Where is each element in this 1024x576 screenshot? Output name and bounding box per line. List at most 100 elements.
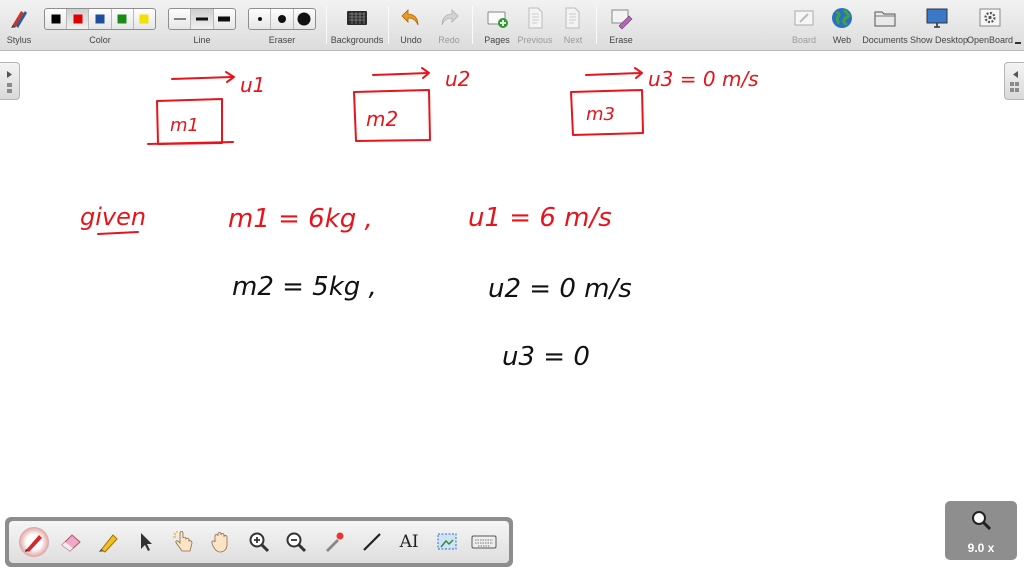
stylus-palette-inner: AI <box>9 521 509 563</box>
backgrounds-label: Backgrounds <box>330 35 384 45</box>
color-label: Color <box>89 35 111 45</box>
line-thin-button[interactable] <box>169 9 192 29</box>
erase-label: Erase <box>609 35 633 45</box>
m1-value: m1 = 6kg , <box>228 204 373 234</box>
arrow2-label: u2 <box>445 67 470 91</box>
zoom-in-tool-button[interactable] <box>244 527 274 557</box>
line-thin-icon <box>173 18 186 20</box>
documents-button[interactable]: Documents <box>862 4 908 48</box>
pen-icon <box>24 535 42 552</box>
block3-label: m3 <box>586 104 615 125</box>
arrow1-label: u1 <box>240 73 265 97</box>
openboard-menu-button[interactable]: OpenBoard <box>966 4 1014 48</box>
line-tool-button[interactable] <box>357 527 387 557</box>
u1-value: u1 = 6 m/s <box>468 203 612 233</box>
eraser-small-button[interactable] <box>249 9 272 29</box>
erase-board-icon <box>611 9 633 30</box>
hand-tool-button[interactable] <box>206 527 236 557</box>
eraser-large-button[interactable] <box>294 9 315 29</box>
minimize-toolbar-icon[interactable] <box>1015 42 1021 44</box>
web-label: Web <box>832 35 852 45</box>
u2-value: u2 = 0 m/s <box>488 274 632 304</box>
color-yellow-button[interactable] <box>134 9 155 29</box>
pages-button[interactable]: Pages <box>480 4 514 48</box>
backgrounds-button[interactable]: Backgrounds <box>330 4 384 48</box>
toolbar-divider <box>596 6 597 44</box>
eraser-group: Eraser <box>248 4 316 48</box>
web-mode-button[interactable]: Web <box>826 4 858 48</box>
interact-tool-button[interactable] <box>169 527 199 557</box>
next-page-button[interactable]: Next <box>556 4 590 48</box>
stylus-icon <box>11 11 27 28</box>
line-thick-icon <box>218 16 231 22</box>
toolbar-divider <box>472 6 473 44</box>
color-swatch <box>117 14 127 24</box>
m2-value: m2 = 5kg , <box>232 272 377 302</box>
laser-pointer-tool-button[interactable] <box>319 527 349 557</box>
color-swatch <box>73 14 83 24</box>
color-group: Color <box>44 4 156 48</box>
line-width-selector <box>168 8 236 30</box>
previous-label: Previous <box>517 35 553 45</box>
laser-pointer-icon <box>326 532 344 552</box>
arrow3-label: u3 = 0 m/s <box>648 67 759 91</box>
main-toolbar: Stylus Color Line Eraser Backgrounds Und… <box>0 0 1024 51</box>
ink-layer: m1 m2 m3 u1 u2 u3 = 0 m/s given m1 = 6kg… <box>80 67 759 372</box>
given-underline <box>97 231 139 235</box>
redo-icon <box>441 9 459 26</box>
eraser-tool-button[interactable] <box>56 527 86 557</box>
hand-icon <box>211 532 228 553</box>
color-swatch <box>51 14 61 24</box>
eraser-icon <box>61 534 82 552</box>
text-tool-button[interactable]: AI <box>394 527 424 557</box>
marker-tool-button[interactable] <box>94 527 124 557</box>
board-icon <box>794 10 814 26</box>
line-medium-icon <box>195 17 208 21</box>
line-thick-button[interactable] <box>214 9 235 29</box>
line-medium-button[interactable] <box>191 9 214 29</box>
eraser-label: Eraser <box>268 35 296 45</box>
selector-tool-button[interactable] <box>131 527 161 557</box>
board-mode-button[interactable]: Board <box>788 4 820 48</box>
previous-page-button[interactable]: Previous <box>516 4 554 48</box>
redo-button[interactable]: Redo <box>432 4 466 48</box>
color-green-button[interactable] <box>112 9 134 29</box>
arrow-cursor-icon <box>141 533 153 551</box>
magnifier-icon <box>972 511 992 531</box>
color-red-button[interactable] <box>67 9 90 29</box>
undo-label: Undo <box>400 35 422 45</box>
eraser-medium-icon <box>277 15 286 23</box>
stylus-label: Stylus <box>6 35 32 45</box>
line-label: Line <box>193 35 211 45</box>
given-heading: given <box>80 203 146 231</box>
zoom-indicator[interactable]: 9.0 x <box>945 501 1017 560</box>
zoom-out-icon <box>286 532 307 553</box>
toolbar-divider <box>388 6 389 44</box>
whiteboard-canvas[interactable]: m1 m2 m3 u1 u2 u3 = 0 m/s given m1 = 6kg… <box>0 52 1024 576</box>
undo-icon <box>401 9 419 26</box>
undo-button[interactable]: Undo <box>394 4 428 48</box>
color-blue-button[interactable] <box>89 9 112 29</box>
previous-page-icon <box>528 7 543 29</box>
zoom-in-icon <box>249 532 270 553</box>
virtual-keyboard-button[interactable] <box>469 527 499 557</box>
capture-tool-button[interactable] <box>432 527 462 557</box>
stylus-button[interactable]: Stylus <box>2 4 36 48</box>
eraser-medium-button[interactable] <box>271 9 294 29</box>
color-black-button[interactable] <box>45 9 68 29</box>
highlighter-icon <box>98 534 118 553</box>
zoom-out-tool-button[interactable] <box>281 527 311 557</box>
keyboard-icon <box>471 535 497 549</box>
erase-all-button[interactable]: Erase <box>604 4 638 48</box>
board-label: Board <box>791 35 817 45</box>
monitor-icon <box>926 8 948 28</box>
pointing-hand-icon <box>172 531 193 552</box>
line-icon <box>362 533 381 551</box>
documents-label: Documents <box>862 35 908 45</box>
eraser-small-icon <box>257 17 262 21</box>
pen-tool-button[interactable] <box>18 527 49 557</box>
color-swatch <box>95 14 105 24</box>
line-group: Line <box>168 4 236 48</box>
show-desktop-button[interactable]: Show Desktop <box>910 4 968 48</box>
color-swatch <box>139 14 149 24</box>
